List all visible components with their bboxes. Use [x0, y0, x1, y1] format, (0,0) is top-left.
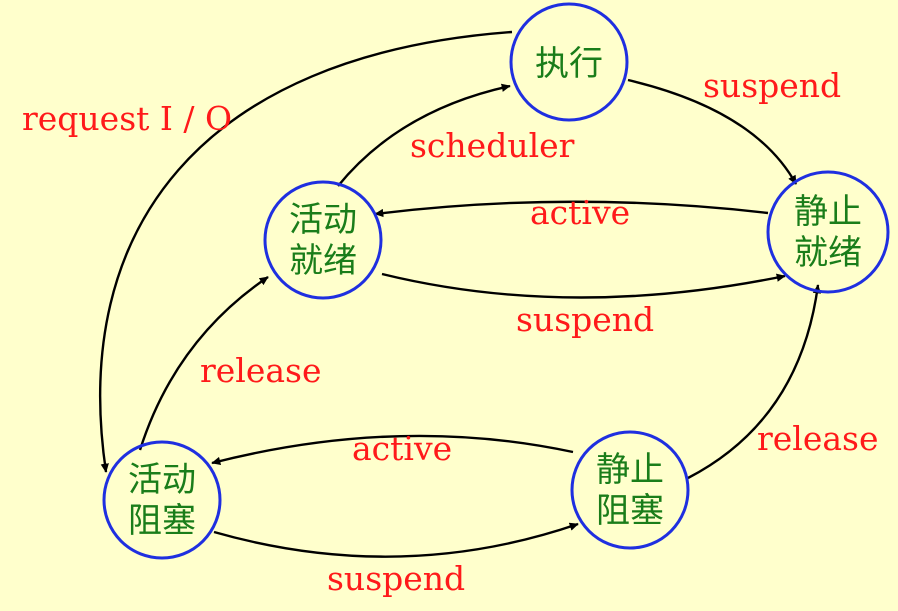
state-exec-label: 执行: [535, 44, 603, 84]
label-suspend-exec: suspend: [703, 66, 841, 105]
state-active-ready-line1: 活动: [289, 200, 357, 240]
edge-suspend-ready: [381, 272, 786, 299]
label-suspend-ready: suspend: [516, 300, 654, 339]
label-suspend-blocked: suspend: [327, 559, 465, 598]
label-release-left: release: [200, 351, 322, 390]
state-diagram: request I / O scheduler suspend active s…: [0, 0, 898, 611]
label-request-io: request I / O: [22, 99, 232, 138]
state-static-ready: 静止 就绪: [766, 170, 890, 294]
state-static-ready-line1: 静止: [794, 192, 862, 232]
edge-suspend-blocked: [213, 522, 579, 558]
label-release-right: release: [757, 419, 879, 458]
state-static-blocked: 静止 阻塞: [570, 430, 690, 550]
state-active-ready-line2: 就绪: [289, 241, 357, 281]
label-scheduler: scheduler: [410, 126, 575, 165]
state-static-ready-line2: 就绪: [794, 233, 862, 273]
label-active-ready: active: [530, 193, 630, 232]
state-static-blocked-line1: 静止: [596, 450, 664, 490]
state-active-blocked-line1: 活动: [128, 460, 196, 500]
state-active-blocked-line2: 阻塞: [128, 501, 196, 541]
state-active-ready: 活动 就绪: [263, 180, 383, 300]
diagram-canvas: request I / O scheduler suspend active s…: [22, 2, 890, 598]
state-active-blocked: 活动 阻塞: [102, 440, 222, 560]
state-exec: 执行: [509, 2, 629, 122]
state-static-blocked-line2: 阻塞: [596, 491, 664, 531]
label-active-blocked: active: [352, 429, 452, 468]
